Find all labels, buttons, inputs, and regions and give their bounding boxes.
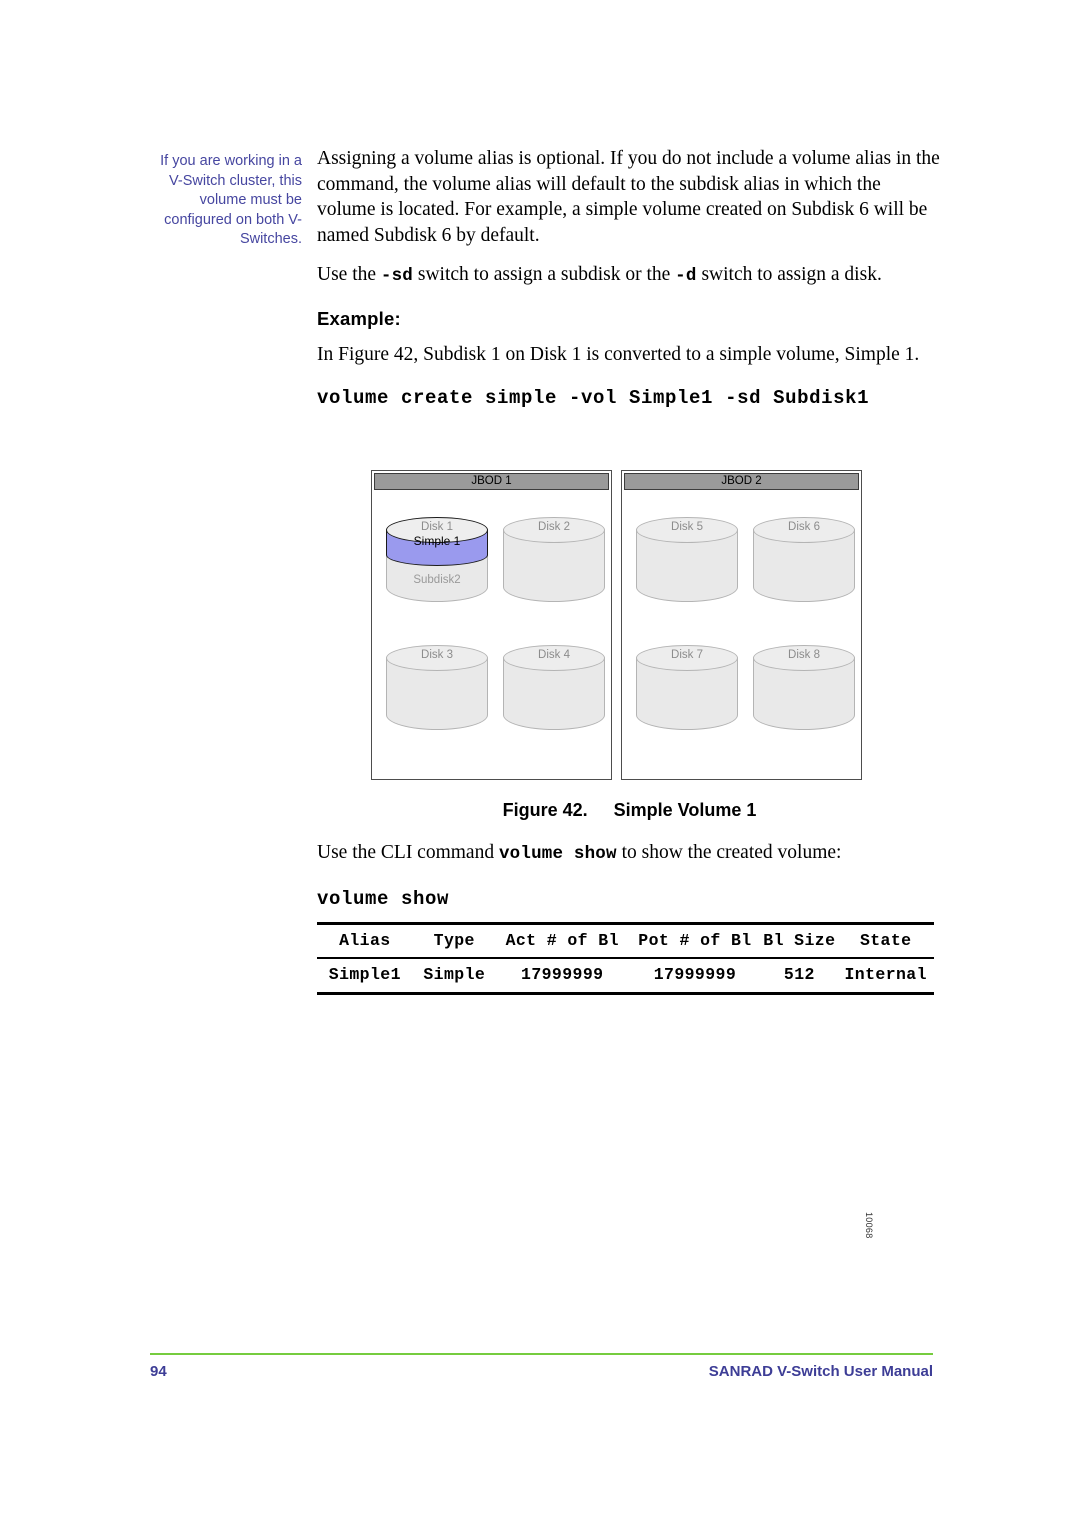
cell-alias: Simple1: [317, 958, 413, 995]
command-volume-create: volume create simple -vol Simple1 -sd Su…: [317, 387, 870, 409]
switch-usage-suffix: switch to assign a disk.: [696, 264, 882, 285]
disk-8-label: Disk 8: [788, 649, 820, 661]
cell-pot-blocks: 17999999: [628, 958, 762, 995]
cell-block-size: 512: [761, 958, 838, 995]
disk-1-subdisk-label: Subdisk2: [413, 574, 461, 586]
code-d-switch: -d: [675, 266, 697, 286]
figure-id-number: 10068: [864, 1212, 874, 1239]
disk-7-label: Disk 7: [671, 649, 703, 661]
jbod-2-title: JBOD 2: [624, 473, 859, 490]
table-row: Simple1 Simple 17999999 17999999 512 Int…: [317, 958, 934, 995]
disk-1: Disk 1 Simple 1 Subdisk2: [386, 517, 488, 615]
cell-state: Internal: [837, 958, 934, 995]
disk-1-label: Disk 1: [421, 521, 453, 533]
disk-4-label: Disk 4: [538, 649, 570, 661]
paragraph-switch-usage: Use the -sd switch to assign a subdisk o…: [317, 262, 942, 290]
disk-6-label: Disk 6: [788, 521, 820, 533]
jbod-enclosure-1: JBOD 1 Disk 1 Simple 1 Subdisk2 Disk 2 D…: [371, 470, 612, 780]
figure-caption-number: Figure 42.: [502, 800, 588, 820]
disk-3: Disk 3: [386, 645, 488, 743]
th-act-blocks: Act # of Bl: [495, 922, 629, 959]
switch-usage-middle: switch to assign a subdisk or the: [413, 264, 676, 285]
footer-manual-title: SANRAD V-Switch User Manual: [708, 1363, 933, 1380]
disk-1-band-label: Simple 1: [413, 534, 461, 548]
th-pot-blocks: Pot # of Bl: [628, 922, 762, 959]
cli-line-prefix: Use the CLI command: [317, 842, 499, 863]
figure-simple-volume: JBOD 1 Disk 1 Simple 1 Subdisk2 Disk 2 D…: [371, 470, 874, 1239]
jbod-2-disk-grid: Disk 5 Disk 6 Disk 7 Disk 8: [622, 493, 861, 779]
jbod-1-title: JBOD 1: [374, 473, 609, 490]
margin-note: If you are working in a V-Switch cluster…: [160, 153, 302, 247]
disk-5-label: Disk 5: [671, 521, 703, 533]
example-intro-text: In Figure 42, Subdisk 1 on Disk 1 is con…: [317, 343, 920, 365]
paragraph-cli-show: Use the CLI command volume show to show …: [317, 840, 942, 868]
page-number: 94: [150, 1363, 167, 1380]
footer-divider: [150, 1353, 933, 1355]
jbod-enclosure-2: JBOD 2 Disk 5 Disk 6 Disk 7 Disk 8: [621, 470, 862, 780]
disk-2-label: Disk 2: [538, 521, 570, 533]
jbod-1-disk-grid: Disk 1 Simple 1 Subdisk2 Disk 2 Disk 3 D…: [372, 493, 611, 779]
command-volume-show: volume show: [317, 887, 450, 910]
figure-caption: Figure 42. Simple Volume 1: [317, 800, 942, 821]
main-text-column: Assigning a volume alias is optional. If…: [317, 146, 942, 409]
th-alias: Alias: [317, 922, 413, 959]
disk-2: Disk 2: [503, 517, 605, 615]
cell-type: Simple: [412, 958, 496, 995]
figure-caption-title: Simple Volume 1: [613, 800, 757, 820]
disk-7: Disk 7: [636, 645, 738, 743]
cell-act-blocks: 17999999: [495, 958, 629, 995]
th-state: State: [837, 922, 934, 959]
example-heading: Example:: [317, 307, 401, 329]
table-header-row: Alias Type Act # of Bl Pot # of Bl Bl Si…: [317, 922, 934, 959]
switch-usage-prefix: Use the: [317, 264, 381, 285]
paragraph-volume-alias: Assigning a volume alias is optional. If…: [317, 148, 940, 246]
th-block-size: Bl Size: [761, 922, 838, 959]
code-sd-switch: -sd: [380, 266, 414, 286]
th-type: Type: [412, 922, 496, 959]
lower-text-column: Use the CLI command volume show to show …: [317, 840, 942, 910]
volume-show-output-table: Alias Type Act # of Bl Pot # of Bl Bl Si…: [317, 922, 934, 995]
disk-8: Disk 8: [753, 645, 855, 743]
cli-line-suffix: to show the created volume:: [616, 842, 842, 863]
disk-4: Disk 4: [503, 645, 605, 743]
code-volume-show: volume show: [498, 844, 617, 864]
disk-3-label: Disk 3: [421, 649, 453, 661]
disk-5: Disk 5: [636, 517, 738, 615]
disk-6: Disk 6: [753, 517, 855, 615]
